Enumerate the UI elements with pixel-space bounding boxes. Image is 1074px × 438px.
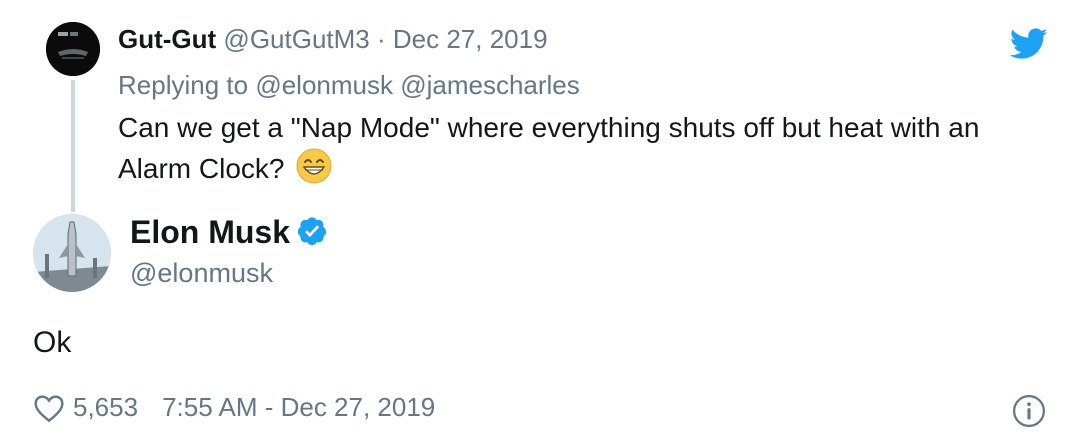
heart-icon[interactable] <box>33 393 65 423</box>
author-handle[interactable]: @elonmusk <box>130 258 273 289</box>
thread-connector-line <box>71 80 75 212</box>
author-name-row: Elon Musk <box>130 214 328 251</box>
tweet-timestamp[interactable]: 7:55 AM - Dec 27, 2019 <box>162 392 435 423</box>
reply-handle[interactable]: @GutGutM3 <box>223 24 369 54</box>
reply-separator: · <box>376 24 386 54</box>
reply-tweet-body: Can we get a "Nap Mode" where everything… <box>118 108 1048 189</box>
like-count[interactable]: 5,653 <box>73 392 138 423</box>
replying-to-line: Replying to @elonmusk @jamescharles <box>118 70 580 101</box>
verified-badge-icon <box>297 217 327 245</box>
grinning-face-emoji-icon <box>296 148 332 184</box>
replying-to-prefix: Replying to <box>118 70 249 100</box>
author-display-name[interactable]: Elon Musk <box>130 214 290 250</box>
reply-header: Gut-Gut @GutGutM3 · Dec 27, 2019 <box>118 24 548 55</box>
main-tweet-text: Ok <box>33 326 72 359</box>
twitter-bird-icon[interactable] <box>1010 28 1048 60</box>
reply-tweet-text: Can we get a "Nap Mode" where everything… <box>118 112 980 184</box>
starship-avatar-image <box>33 214 111 292</box>
replying-to-handles[interactable]: @elonmusk @jamescharles <box>255 70 579 100</box>
reply-date[interactable]: Dec 27, 2019 <box>393 24 548 54</box>
reply-display-name[interactable]: Gut-Gut <box>118 24 216 54</box>
elonmusk-avatar[interactable] <box>33 214 111 292</box>
gutgut-avatar[interactable] <box>46 22 100 76</box>
info-icon[interactable] <box>1012 394 1046 428</box>
gutgut-avatar-image <box>46 22 100 76</box>
tweet-footer: 5,653 7:55 AM - Dec 27, 2019 <box>33 392 435 423</box>
